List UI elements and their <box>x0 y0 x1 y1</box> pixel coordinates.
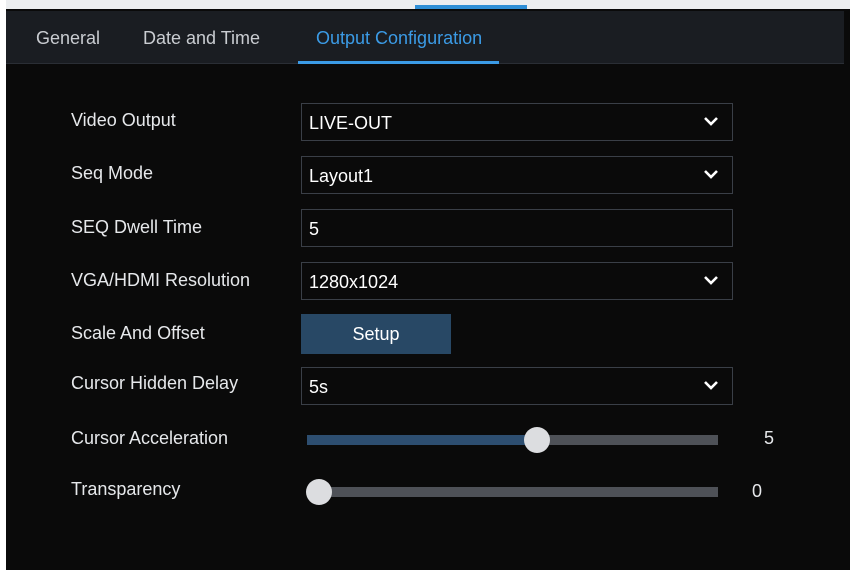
seq-dwell-time-input[interactable]: 5 <box>301 209 733 247</box>
resolution-value: 1280x1024 <box>309 272 399 292</box>
tab-bar: General Date and Time Output Configurati… <box>6 11 844 64</box>
tab-general[interactable]: General <box>36 11 100 63</box>
chevron-down-icon <box>704 381 718 390</box>
video-output-label: Video Output <box>71 110 176 130</box>
video-output-select[interactable]: LIVE-OUT <box>301 103 733 141</box>
cursor-acceleration-label: Cursor Acceleration <box>71 428 229 448</box>
seq-mode-select[interactable]: Layout1 <box>301 156 733 194</box>
seq-dwell-time-label: SEQ Dwell Time <box>71 217 203 237</box>
slider-track <box>307 487 718 497</box>
chevron-down-icon <box>704 276 718 285</box>
cursor-acceleration-slider[interactable] <box>307 427 718 453</box>
top-strip-accent <box>415 5 527 9</box>
seq-mode-value: Layout1 <box>309 166 374 186</box>
transparency-value: 0 <box>752 481 763 501</box>
tab-date-and-time[interactable]: Date and Time <box>143 11 260 63</box>
settings-panel: General Date and Time Output Configurati… <box>6 0 850 570</box>
seq-dwell-time-value: 5 <box>309 219 320 239</box>
cursor-acceleration-value: 5 <box>764 428 775 448</box>
transparency-label: Transparency <box>71 479 181 499</box>
resolution-label: VGA/HDMI Resolution <box>71 270 251 290</box>
slider-thumb[interactable] <box>306 479 333 505</box>
chevron-down-icon <box>704 117 718 126</box>
cursor-hidden-delay-value: 5s <box>309 377 329 397</box>
resolution-select[interactable]: 1280x1024 <box>301 262 733 300</box>
slider-fill <box>307 435 538 445</box>
cursor-hidden-delay-select[interactable]: 5s <box>301 367 733 405</box>
transparency-slider[interactable] <box>306 479 718 505</box>
chevron-down-icon <box>704 170 718 179</box>
seq-mode-label: Seq Mode <box>71 163 154 183</box>
scale-offset-label: Scale And Offset <box>71 323 205 343</box>
tab-output-configuration[interactable]: Output Configuration <box>297 11 500 64</box>
cursor-hidden-delay-label: Cursor Hidden Delay <box>71 373 239 393</box>
setup-button[interactable]: Setup <box>301 314 451 354</box>
video-output-value: LIVE-OUT <box>309 113 393 133</box>
slider-thumb[interactable] <box>524 427 551 453</box>
